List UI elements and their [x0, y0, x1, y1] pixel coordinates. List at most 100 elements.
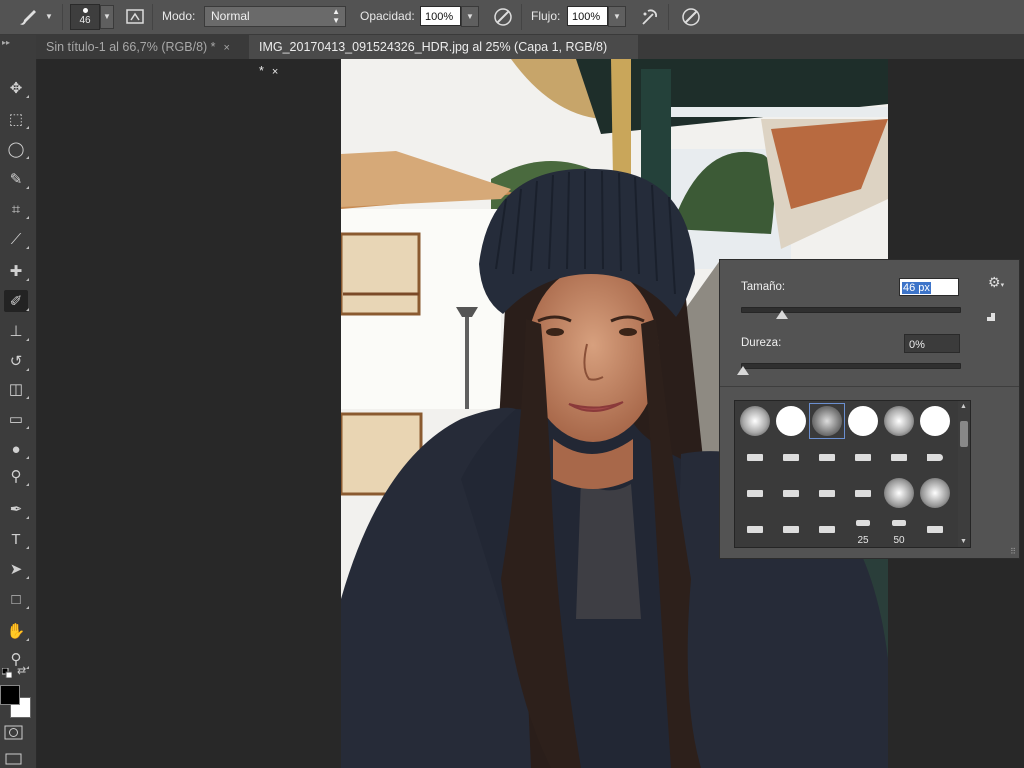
mode-label: Modo:: [162, 9, 196, 23]
dodge-icon: ⚲: [10, 468, 22, 485]
quick-selection-tool[interactable]: ✎: [4, 168, 29, 190]
brush-picker-dropdown[interactable]: ▼: [100, 5, 114, 29]
panel-divider: [720, 386, 1019, 387]
crop-tool[interactable]: ⌗: [4, 198, 29, 220]
brush-tip-soft[interactable]: [737, 403, 773, 439]
clone-stamp-tool[interactable]: ⊥: [4, 320, 29, 342]
brush-tip-soft[interactable]: [881, 403, 917, 439]
size-slider-thumb[interactable]: [776, 310, 789, 319]
tool-group-indicator: [26, 368, 29, 371]
brush-size-readout: 46: [79, 15, 91, 26]
brush-tip-angled[interactable]: [809, 475, 845, 511]
brush-tip-fan[interactable]: [881, 439, 917, 475]
move-tool[interactable]: ✥: [4, 77, 29, 99]
flow-dropdown[interactable]: ▼: [608, 6, 626, 27]
brush-tip-round-pt[interactable]: [917, 439, 953, 475]
document-tab[interactable]: IMG_20170413_091524326_HDR.jpg al 25% (C…: [249, 35, 638, 78]
hardness-input[interactable]: 0%: [904, 334, 960, 353]
brush-tip-num50[interactable]: 50: [881, 511, 917, 547]
tool-group-indicator: [26, 216, 29, 219]
brush-tool[interactable]: ✐: [4, 290, 29, 312]
brush-tip-flat[interactable]: [845, 439, 881, 475]
pressure-size-icon[interactable]: [679, 5, 703, 29]
tool-group-indicator: [26, 338, 29, 341]
document-tab[interactable]: Sin título-1 al 66,7% (RGB/8) * ×: [36, 35, 248, 59]
airbrush-icon[interactable]: [638, 5, 662, 29]
new-preset-icon[interactable]: [985, 311, 997, 323]
hardness-slider-thumb[interactable]: [737, 366, 749, 375]
quick-mask-icon[interactable]: [4, 725, 24, 741]
brush-preset-picker[interactable]: 46: [70, 4, 100, 30]
brush-tip-hard[interactable]: [773, 403, 809, 439]
healing-brush-icon: ✚: [9, 263, 23, 280]
brush-tip-square[interactable]: [809, 439, 845, 475]
type-tool[interactable]: T: [4, 528, 29, 550]
lasso-tool[interactable]: ◯: [4, 138, 29, 160]
gradient-tool[interactable]: ▭: [4, 408, 29, 430]
brush-tip-angled[interactable]: [773, 511, 809, 547]
path-selection-tool[interactable]: ➤: [4, 558, 29, 580]
flow-input[interactable]: 100%: [567, 6, 608, 26]
pressure-opacity-icon[interactable]: [491, 5, 515, 29]
rectangle-tool[interactable]: □: [4, 588, 29, 610]
brush-tool-preset-icon[interactable]: [16, 6, 40, 28]
brush-tip-square[interactable]: [773, 439, 809, 475]
foreground-color-swatch[interactable]: [0, 685, 20, 705]
tool-group-indicator: [26, 483, 29, 486]
spot-healing-tool[interactable]: ✚: [4, 260, 29, 282]
brush-tip-angled[interactable]: [737, 511, 773, 547]
tool-group-indicator: [26, 95, 29, 98]
eraser-tool[interactable]: ◫: [4, 378, 29, 400]
brush-tip-blunt[interactable]: [773, 475, 809, 511]
brush-tip-grid: 25 50: [734, 400, 960, 548]
hardness-slider-track[interactable]: [741, 363, 961, 369]
hand-tool[interactable]: ✋: [4, 620, 29, 642]
brush-tip-flat[interactable]: [917, 511, 953, 547]
screen-mode-icon[interactable]: [5, 753, 23, 765]
separator: [152, 4, 153, 30]
opacity-label: Opacidad:: [360, 9, 415, 23]
options-bar: ▼ 46 ▼ Modo: Normal ▲ ▼ Opacidad: 100% ▼ …: [0, 0, 1024, 35]
brush-tip-size-label: 50: [893, 535, 905, 546]
size-label: Tamaño:: [741, 281, 786, 293]
separator: [521, 4, 522, 30]
brush-tip-soft-sel[interactable]: [809, 403, 845, 439]
brush-tip-fan[interactable]: [845, 475, 881, 511]
settings-gear-icon[interactable]: ⚙▾: [988, 274, 1004, 291]
updown-arrows-icon: ▲ ▼: [332, 7, 340, 25]
history-brush-tool[interactable]: ↺: [4, 350, 29, 372]
brush-tip-hard[interactable]: [917, 403, 953, 439]
opacity-input[interactable]: 100%: [420, 6, 461, 26]
scroll-down-icon[interactable]: ▼: [960, 538, 967, 545]
size-slider-track[interactable]: [741, 307, 961, 313]
collapse-panel-icon[interactable]: ▸▸: [2, 38, 10, 47]
size-input[interactable]: 46 px: [899, 278, 959, 296]
brush-tip-hard[interactable]: [845, 403, 881, 439]
brush-tip-chalk[interactable]: [737, 439, 773, 475]
swap-colors-icon[interactable]: ⇄: [17, 664, 26, 677]
brush-tip-blunt[interactable]: [737, 475, 773, 511]
tool-group-indicator: [26, 308, 29, 311]
close-tab-icon[interactable]: ×: [224, 42, 230, 54]
brush-tip-size-label: 25: [857, 535, 869, 546]
toggle-brush-panel-icon[interactable]: [124, 6, 146, 28]
crop-icon: ⌗: [11, 200, 21, 218]
brush-tip-num25[interactable]: 25: [845, 511, 881, 547]
brush-grid-scrollbar[interactable]: ▲ ▼: [958, 400, 971, 548]
scroll-up-icon[interactable]: ▲: [960, 403, 967, 410]
brush-tip-soft-lg[interactable]: [881, 475, 917, 511]
tool-preset-dropdown-icon[interactable]: ▼: [45, 12, 53, 21]
eyedropper-tool[interactable]: ⟋: [4, 228, 29, 250]
brush-tip-flat[interactable]: [809, 511, 845, 547]
brush-tip-soft-lg[interactable]: [917, 475, 953, 511]
marquee-tool[interactable]: ⬚: [4, 108, 29, 130]
blend-mode-select[interactable]: Normal ▲ ▼: [204, 6, 346, 27]
pen-tool[interactable]: ✒: [4, 498, 29, 520]
blur-tool[interactable]: ●: [4, 438, 29, 460]
opacity-dropdown[interactable]: ▼: [461, 6, 479, 27]
default-colors-icon[interactable]: [1, 667, 13, 679]
dodge-tool[interactable]: ⚲: [4, 465, 29, 487]
scrollbar-thumb[interactable]: [960, 421, 968, 447]
close-tab-icon[interactable]: ×: [272, 66, 278, 78]
resize-grip-icon[interactable]: ⠿: [1010, 547, 1016, 556]
